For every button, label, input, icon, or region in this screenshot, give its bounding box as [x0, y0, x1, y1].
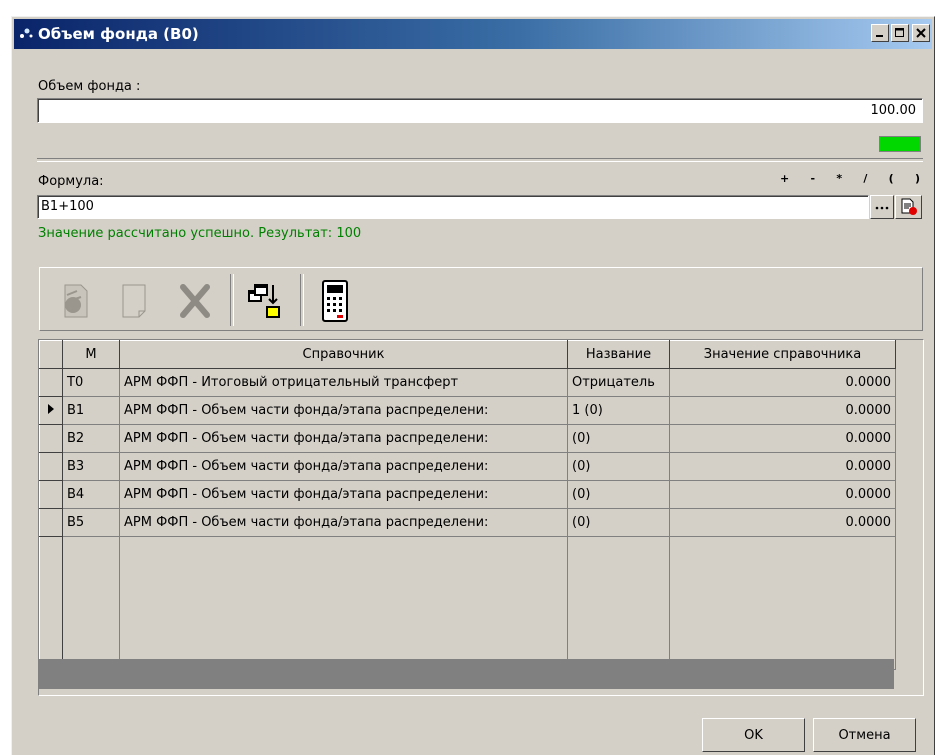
window-title: Объем фонда (В0)	[38, 25, 199, 43]
cell-value[interactable]: 0.0000	[669, 396, 896, 425]
cell-reference[interactable]: АРМ ФФП - Объем части фонда/этапа распре…	[119, 452, 568, 481]
maximize-button[interactable]	[891, 24, 909, 42]
cell-name[interactable]: (0)	[567, 508, 670, 537]
cell-reference[interactable]: АРМ ФФП - Итоговый отрицательный трансфе…	[119, 368, 568, 397]
ellipsis-icon	[875, 206, 889, 210]
cell-m[interactable]: B3	[62, 452, 120, 481]
cell-value[interactable]: 0.0000	[669, 424, 896, 453]
cancel-button[interactable]: Отмена	[813, 718, 916, 752]
reference-grid[interactable]: М Справочник Название Значение справочни…	[38, 339, 924, 696]
table-row[interactable]: T0 АРМ ФФП - Итоговый отрицательный тран…	[39, 368, 896, 397]
row-indicator[interactable]	[39, 424, 63, 453]
operator-plus[interactable]: +	[780, 172, 789, 185]
formula-result-message: Значение рассчитано успешно. Результат: …	[38, 226, 362, 241]
current-row-arrow-icon	[48, 403, 54, 414]
fund-volume-label: Объем фонда :	[38, 79, 141, 94]
document-edit-icon	[901, 198, 917, 215]
cell-reference[interactable]: АРМ ФФП - Объем части фонда/этапа распре…	[119, 396, 568, 425]
operator-divide[interactable]: /	[863, 172, 867, 185]
operator-multiply[interactable]: *	[836, 172, 842, 185]
table-row[interactable]: B1 АРМ ФФП - Объем части фонда/этапа рас…	[39, 396, 896, 425]
title-bar[interactable]: Объем фонда (В0)	[14, 19, 932, 49]
empty-cell	[119, 536, 568, 670]
formula-value: B1+100	[41, 199, 94, 214]
cell-value[interactable]: 0.0000	[669, 452, 896, 481]
row-indicator	[39, 536, 63, 670]
table-row[interactable]: B5 АРМ ФФП - Объем части фонда/этапа рас…	[39, 508, 896, 537]
formula-input[interactable]: B1+100	[37, 195, 869, 219]
cell-m[interactable]: B4	[62, 480, 120, 509]
grid-toolbar	[39, 267, 923, 331]
delete-button[interactable]	[170, 276, 220, 326]
column-header-m[interactable]: М	[62, 340, 120, 369]
copy-move-icon	[248, 284, 280, 318]
header-indicator	[39, 340, 63, 369]
close-icon	[916, 28, 926, 38]
formula-check-button[interactable]	[895, 195, 922, 219]
fund-volume-dialog: Объем фонда (В0) Объем фонда : 100.00 Фо…	[11, 16, 935, 755]
add-record-button[interactable]	[50, 276, 100, 326]
empty-grid-area	[39, 536, 896, 670]
delete-icon	[180, 284, 210, 318]
cell-m[interactable]: B1	[62, 396, 120, 425]
row-indicator[interactable]	[39, 452, 63, 481]
minimize-button[interactable]	[871, 24, 889, 42]
cell-reference[interactable]: АРМ ФФП - Объем части фонда/этапа распре…	[119, 508, 568, 537]
cell-value[interactable]: 0.0000	[669, 368, 896, 397]
maximize-icon	[895, 28, 904, 37]
status-indicator	[879, 136, 921, 152]
grid-footer	[39, 659, 894, 689]
cell-m[interactable]: T0	[62, 368, 120, 397]
cell-name[interactable]: (0)	[567, 424, 670, 453]
new-document-button[interactable]	[110, 276, 160, 326]
column-header-reference[interactable]: Справочник	[119, 340, 568, 369]
row-indicator[interactable]	[39, 508, 63, 537]
fund-volume-value: 100.00	[870, 103, 917, 118]
fund-volume-field[interactable]: 100.00	[37, 98, 923, 123]
formula-operators: + - * / ( )	[780, 172, 920, 185]
calculator-button[interactable]	[310, 276, 360, 326]
formula-browse-button[interactable]	[870, 195, 894, 219]
new-document-icon	[122, 284, 146, 318]
row-indicator[interactable]	[39, 396, 63, 425]
column-header-name[interactable]: Название	[567, 340, 670, 369]
cell-reference[interactable]: АРМ ФФП - Объем части фонда/этапа распре…	[119, 480, 568, 509]
table-row[interactable]: B3 АРМ ФФП - Объем части фонда/этапа рас…	[39, 452, 896, 481]
empty-cell	[62, 536, 120, 670]
app-icon	[20, 28, 33, 38]
close-button[interactable]	[912, 24, 930, 42]
row-indicator[interactable]	[39, 480, 63, 509]
cell-name[interactable]: Отрицатель	[567, 368, 670, 397]
cell-name[interactable]: (0)	[567, 452, 670, 481]
minimize-icon	[876, 35, 883, 37]
formula-label: Формула:	[38, 174, 104, 189]
operator-open-paren[interactable]: (	[889, 172, 894, 185]
row-indicator[interactable]	[39, 368, 63, 397]
cell-m[interactable]: B5	[62, 508, 120, 537]
calculator-icon	[322, 280, 348, 322]
copy-move-button[interactable]	[240, 276, 290, 326]
operator-close-paren[interactable]: )	[915, 172, 920, 185]
table-row[interactable]: B4 АРМ ФФП - Объем части фонда/этапа рас…	[39, 480, 896, 509]
empty-cell	[567, 536, 670, 670]
add-record-icon	[64, 284, 88, 318]
toolbar-separator	[300, 274, 304, 326]
cell-name[interactable]: (0)	[567, 480, 670, 509]
toolbar-separator	[230, 274, 234, 326]
ok-button[interactable]: OK	[702, 718, 805, 752]
reference-table: М Справочник Название Значение справочни…	[39, 340, 896, 670]
cell-name[interactable]: 1 (0)	[567, 396, 670, 425]
operator-minus[interactable]: -	[810, 172, 815, 185]
grid-header-row: М Справочник Название Значение справочни…	[39, 340, 896, 369]
cell-reference[interactable]: АРМ ФФП - Объем части фонда/этапа распре…	[119, 424, 568, 453]
divider	[37, 158, 923, 162]
cell-value[interactable]: 0.0000	[669, 480, 896, 509]
column-header-value[interactable]: Значение справочника	[669, 340, 896, 369]
table-row[interactable]: B2 АРМ ФФП - Объем части фонда/этапа рас…	[39, 424, 896, 453]
cell-m[interactable]: B2	[62, 424, 120, 453]
empty-cell	[669, 536, 896, 670]
cell-value[interactable]: 0.0000	[669, 508, 896, 537]
